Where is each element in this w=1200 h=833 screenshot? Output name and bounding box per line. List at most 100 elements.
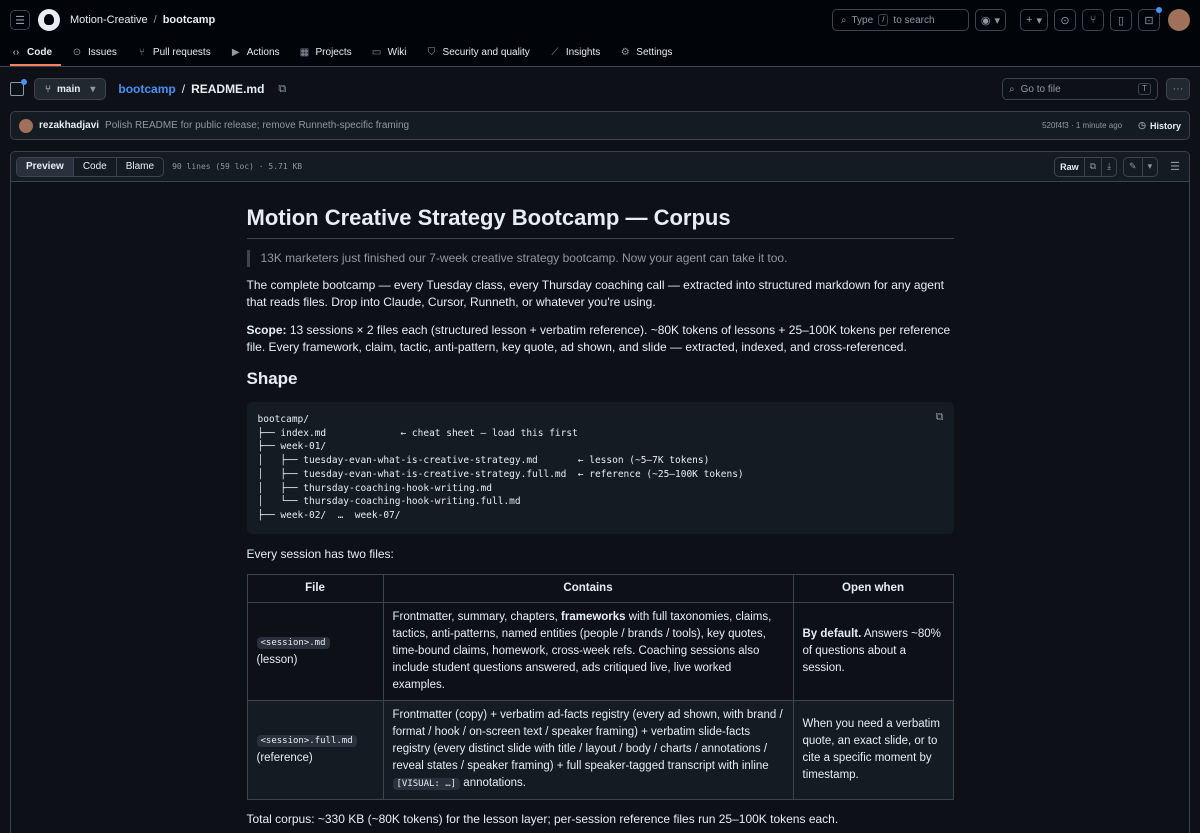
search-input[interactable]: ⌕ Type / to search [831,9,969,31]
notifications-button[interactable]: ⊡ [1138,7,1162,31]
branch-selector[interactable]: ⑂ main ▾ [34,78,107,100]
pull-requests-button[interactable]: ⑂ [1082,9,1104,31]
tab-pull-requests[interactable]: ⑂ Pull requests [136,47,220,66]
tab-preview[interactable]: Preview [17,157,74,176]
table-header: Open when [792,573,954,603]
view-mode-toggle: Preview Code Blame [16,156,165,177]
readme-scope: Scope: 13 sessions × 2 files each (struc… [247,322,954,356]
create-new-button[interactable]: + ▾ [1020,9,1048,31]
branch-name: main [57,83,81,95]
pencil-icon[interactable]: ✎ [1124,157,1143,176]
files-intro: Every session has two files: [246,546,394,561]
tab-issues[interactable]: ⊙ Issues [71,47,126,66]
tab-projects[interactable]: ▦ Projects [299,47,361,66]
copilot-icon: ◉ [980,14,991,27]
indicator-dot [21,79,27,85]
tab-label: Settings [636,47,673,58]
table-header-row: File Contains Open when [246,573,954,603]
tab-label: Actions [246,47,280,58]
tab-settings[interactable]: ⚙ Settings [619,47,681,66]
plus-icon: + [1026,14,1033,26]
open-when-bold: By default. [802,627,862,640]
file-code: <session>.full.md [256,735,357,748]
table-header: File [246,573,384,603]
copy-icon[interactable]: ⧉ [278,83,286,96]
file-tree: bootcamp/ ├── index.md ← cheat sheet — l… [257,414,744,521]
tab-code-view[interactable]: Code [74,157,117,176]
commit-author[interactable]: rezakhadjavi [39,120,99,131]
chevron-down-icon: ▾ [994,14,1001,27]
tab-wiki[interactable]: ▭ Wiki [371,47,416,66]
github-logo-icon[interactable] [38,9,60,31]
files-table: File Contains Open when <session>.md (les… [246,573,954,800]
tab-insights[interactable]: ⟋ Insights [549,47,609,66]
contains-bold: frameworks [561,610,626,623]
issues-button[interactable]: ⊙ [1054,9,1076,31]
tab-security[interactable]: ⛉ Security and quality [426,47,539,66]
sidebar-toggle-icon[interactable] [10,79,27,96]
table-cell-contains: Frontmatter, summary, chapters, framewor… [382,601,794,701]
commit-message[interactable]: Polish README for public release; remove… [105,120,409,131]
gear-icon: ⚙ [620,47,630,58]
table-header: Contains [382,573,794,603]
copy-icon[interactable]: ⧉ [1085,157,1103,176]
path-repo-link[interactable]: bootcamp [118,82,175,96]
shield-icon: ⛉ [427,47,436,58]
search-prefix: Type [851,14,874,26]
readme-quote: 13K marketers just finished our 7-week c… [246,250,954,267]
repositories-button[interactable]: ▯ [1110,9,1132,31]
path-separator: / [181,82,186,96]
menu-icon[interactable]: ☰ [10,10,30,30]
tab-code[interactable]: ‹› Code [10,47,61,66]
file-meta: 90 lines (59 loc) · 5.71 KB [172,162,303,171]
owner-link[interactable]: Motion-Creative [70,14,148,26]
file-path: bootcamp / README.md ⧉ [118,82,286,96]
file-tree-code-block: bootcamp/ ├── index.md ← cheat sheet — l… [246,402,954,534]
table-cell-open-when: By default. Answers ~80% of questions ab… [792,601,954,701]
more-options-button[interactable]: ··· [1166,78,1190,100]
file-viewer-header: Preview Code Blame 90 lines (59 loc) · 5… [11,152,1189,182]
table-icon: ▦ [299,47,310,58]
chevron-down-icon: ▾ [90,83,96,95]
breadcrumb: Motion-Creative / bootcamp [70,14,215,26]
file-label: (lesson) [256,653,298,666]
repo-icon: ▯ [1117,14,1125,27]
go-to-file-input[interactable]: ⌕ Go to file T [1002,78,1158,100]
path-file-name: README.md [191,82,265,96]
chevron-down-icon[interactable]: ▾ [1143,158,1158,176]
contains-code: [VISUAL: …] [392,777,461,790]
table-row: <session>.md (lesson) Frontmatter, summar… [246,601,954,701]
history-button[interactable]: ◷ History [1138,120,1181,131]
file-label: (reference) [256,752,313,765]
repo-link[interactable]: bootcamp [163,14,216,26]
search-suffix: to search [893,14,935,26]
kebab-icon: ··· [1172,83,1184,95]
outline-icon[interactable]: ☰ [1170,160,1180,173]
readme-title: Motion Creative Strategy Bootcamp — Corp… [246,204,954,239]
tab-label: Issues [88,47,117,58]
table-cell-open-when: When you need a verbatim quote, an exact… [792,699,954,800]
breadcrumb-separator: / [153,14,157,26]
tab-label: Pull requests [152,47,211,58]
copy-icon[interactable]: ⧉ [936,411,944,425]
table-cell-file: <session>.md (lesson) [246,601,384,701]
table-cell-contains: Frontmatter (copy) + verbatim ad-facts r… [382,699,794,800]
raw-button[interactable]: Raw [1055,157,1085,176]
tab-actions[interactable]: ▶ Actions [230,47,289,66]
tab-label: Projects [315,47,352,58]
commit-meta[interactable]: 520f4f3 · 1 minute ago [1042,121,1122,130]
play-icon: ▶ [231,47,240,58]
avatar[interactable] [19,118,33,133]
issue-icon: ⊙ [1060,14,1070,27]
tab-blame[interactable]: Blame [117,158,163,176]
code-icon: ‹› [12,47,20,58]
file-viewer: Preview Code Blame 90 lines (59 loc) · 5… [10,151,1190,833]
download-icon[interactable]: ⤓ [1102,158,1116,176]
search-icon: ⌕ [840,14,847,26]
copilot-button[interactable]: ◉ ▾ [974,9,1007,31]
raw-button-group: Raw ⧉ ⤓ [1054,156,1118,177]
issue-icon: ⊙ [72,47,82,58]
top-bar: ☰ Motion-Creative / bootcamp ⌕ Type / to… [0,0,1200,40]
avatar[interactable] [1168,9,1190,31]
file-bar: ⑂ main ▾ bootcamp / README.md ⧉ ⌕ Go to … [0,67,1200,111]
